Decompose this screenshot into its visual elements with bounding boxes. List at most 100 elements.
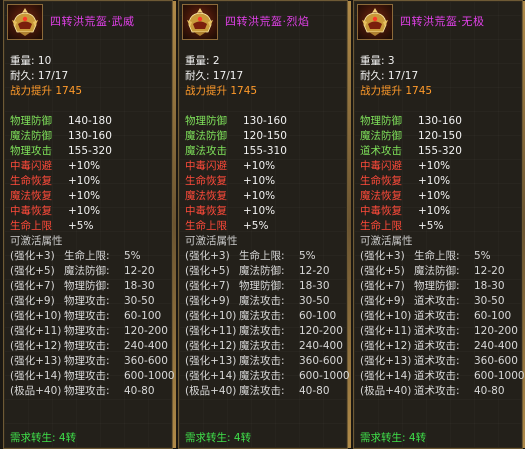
enhance-row: (强化+3) 生命上限: 5% (10, 249, 141, 264)
power-row: 战力提升 1745 (10, 84, 82, 99)
bonus-row: 生命恢复 +10% (10, 174, 100, 189)
item-slot[interactable] (357, 4, 393, 40)
weight-label: 重量: (360, 55, 385, 67)
enhance-value: 40-80 (474, 385, 505, 397)
enhance-attribute: 魔法防御: (64, 265, 110, 277)
bonus-row: 魔法恢复 +10% (185, 189, 275, 204)
bonus-row: 中毒闪避 +10% (185, 159, 275, 174)
power-value: 1745 (405, 85, 433, 97)
enhance-level: (强化+11) (360, 325, 412, 337)
bonus-label: 生命上限 (360, 220, 402, 232)
enhance-attribute: 物理攻击: (64, 370, 110, 382)
enhance-attribute: 魔法攻击: (239, 295, 285, 307)
enhance-level: (强化+10) (10, 310, 62, 322)
enhance-attribute: 物理攻击: (64, 385, 110, 397)
item-slot[interactable] (7, 4, 43, 40)
enhance-row: (极品+40) 道术攻击: 40-80 (360, 384, 505, 399)
requirement-row: 需求转生: 4转 (360, 431, 426, 446)
enhance-value: 120-200 (124, 325, 168, 337)
enhance-value: 12-20 (124, 265, 155, 277)
durability-row: 耐久: 17/17 (360, 69, 418, 84)
enhance-level: (强化+12) (360, 340, 412, 352)
enhance-value: 360-600 (474, 355, 518, 367)
bonus-label: 中毒闪避 (185, 160, 227, 172)
enhance-row: (强化+10) 道术攻击: 60-100 (360, 309, 511, 324)
enhance-row: (强化+10) 魔法攻击: 60-100 (185, 309, 336, 324)
item-tooltip-panel: 四转洪荒盔·烈焰 重量: 2 耐久: 17/17 战力提升 1745 物理防御 130-1… (178, 0, 351, 449)
bonus-label: 中毒恢复 (10, 205, 52, 217)
enhance-value: 18-30 (299, 280, 330, 292)
bonus-row: 魔法恢复 +10% (360, 189, 450, 204)
enhance-value: 40-80 (124, 385, 155, 397)
enhance-row: (强化+14) 物理攻击: 600-1000 (10, 369, 175, 384)
weight-label: 重量: (10, 55, 35, 67)
enhance-level: (强化+13) (185, 355, 237, 367)
enhance-row: (强化+14) 道术攻击: 600-1000 (360, 369, 525, 384)
enhance-value: 360-600 (299, 355, 343, 367)
requirement-label: 需求转生: (360, 432, 406, 444)
bonus-value: +5% (418, 220, 444, 232)
attribute-label: 魔法防御 (360, 130, 402, 142)
enhance-level: (强化+12) (185, 340, 237, 352)
bonus-value: +10% (418, 175, 451, 187)
bonus-label: 中毒闪避 (10, 160, 52, 172)
enhance-row: (强化+5) 魔法防御: 12-20 (360, 264, 505, 279)
durability-label: 耐久: (185, 70, 210, 82)
attribute-row: 魔法防御 130-160 (10, 129, 112, 144)
power-value: 1745 (230, 85, 258, 97)
bonus-value: +10% (68, 175, 101, 187)
attribute-value: 155-320 (68, 145, 112, 157)
enhance-level: (强化+3) (10, 250, 55, 262)
enhance-attribute: 魔法攻击: (239, 340, 285, 352)
item-slot[interactable] (182, 4, 218, 40)
attribute-value: 130-160 (243, 115, 287, 127)
enhance-row: (强化+9) 魔法攻击: 30-50 (185, 294, 330, 309)
bonus-row: 中毒恢复 +10% (185, 204, 275, 219)
attribute-label: 物理防御 (10, 115, 52, 127)
enhance-value: 60-100 (299, 310, 337, 322)
enhance-level: (强化+10) (185, 310, 237, 322)
requirement-label: 需求转生: (185, 432, 231, 444)
enhance-row: (强化+12) 魔法攻击: 240-400 (185, 339, 343, 354)
bonus-value: +10% (243, 205, 276, 217)
enhance-level: (极品+40) (10, 385, 62, 397)
enhance-value: 360-600 (124, 355, 168, 367)
enhance-value: 30-50 (474, 295, 505, 307)
enhance-attribute: 物理防御: (414, 280, 460, 292)
enhance-value: 18-30 (124, 280, 155, 292)
enhance-row: (强化+3) 生命上限: 5% (185, 249, 316, 264)
power-row: 战力提升 1745 (185, 84, 257, 99)
attribute-row: 道术攻击 155-320 (360, 144, 462, 159)
enhance-row: (强化+7) 物理防御: 18-30 (10, 279, 155, 294)
enhance-row: (强化+7) 物理防御: 18-30 (185, 279, 330, 294)
enhance-level: (强化+9) (360, 295, 405, 307)
activatable-heading: 可激活属性 (360, 235, 413, 247)
weight-row: 重量: 2 (185, 54, 220, 69)
enhance-level: (强化+11) (185, 325, 237, 337)
requirement-value: 4转 (233, 432, 252, 444)
enhance-value: 600-1000 (124, 370, 175, 382)
enhance-attribute: 道术攻击: (414, 355, 460, 367)
enhance-level: (强化+14) (10, 370, 62, 382)
enhance-row: (极品+40) 物理攻击: 40-80 (10, 384, 155, 399)
enhance-attribute: 道术攻击: (414, 295, 460, 307)
attribute-label: 魔法防御 (185, 130, 227, 142)
enhance-value: 18-30 (474, 280, 505, 292)
enhance-level: (强化+7) (360, 280, 405, 292)
enhance-attribute: 物理防御: (239, 280, 285, 292)
enhance-row: (强化+11) 魔法攻击: 120-200 (185, 324, 343, 339)
bonus-row: 中毒闪避 +10% (10, 159, 100, 174)
attribute-row: 物理防御 130-160 (185, 114, 287, 129)
requirement-value: 4转 (408, 432, 427, 444)
power-label: 战力提升 (10, 85, 52, 97)
activatable-heading: 可激活属性 (10, 235, 63, 247)
enhance-attribute: 魔法防御: (239, 265, 285, 277)
enhance-attribute: 道术攻击: (414, 340, 460, 352)
bonus-value: +10% (418, 205, 451, 217)
enhance-attribute: 魔法攻击: (239, 355, 285, 367)
enhance-value: 240-400 (124, 340, 168, 352)
enhance-attribute: 魔法攻击: (239, 385, 285, 397)
enhance-attribute: 魔法攻击: (239, 325, 285, 337)
enhance-value: 240-400 (299, 340, 343, 352)
enhance-value: 5% (124, 250, 141, 262)
